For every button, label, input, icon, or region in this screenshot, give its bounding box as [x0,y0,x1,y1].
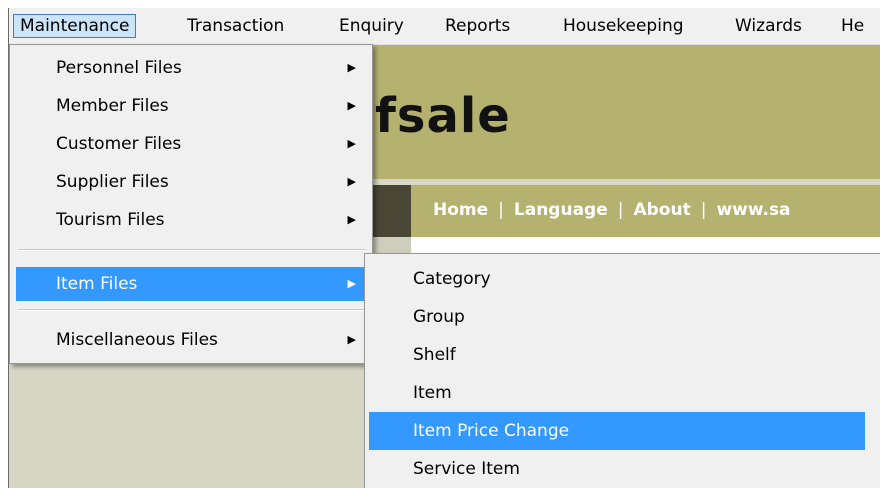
menu-wizards[interactable]: Wizards [729,14,808,38]
nav-links: Home | Language | About | www.sa [433,200,791,220]
menu-item-label: Member Files [56,96,169,116]
menu-enquiry[interactable]: Enquiry [333,14,410,38]
menu-item-personnel-files[interactable]: Personnel Files ▶ [16,51,368,85]
menu-item-supplier-files[interactable]: Supplier Files ▶ [16,165,368,199]
submenu-arrow-icon: ▶ [347,333,356,346]
brand-logo-text: fsale [375,88,511,144]
menu-separator [18,309,366,311]
submenu-item-group[interactable]: Group [369,298,865,336]
nav-separator: | [498,200,504,220]
submenu-arrow-icon: ▶ [347,137,356,150]
menu-item-label: Personnel Files [56,58,182,78]
menu-item-label: Supplier Files [56,172,169,192]
nav-separator: | [617,200,624,220]
submenu-item-item-price-change[interactable]: Item Price Change [369,412,865,450]
menu-housekeeping[interactable]: Housekeeping [557,14,690,38]
nav-link-home[interactable]: Home [433,200,488,220]
submenu-item-service-item[interactable]: Service Item [369,450,865,488]
menu-reports[interactable]: Reports [439,14,516,38]
menu-item-label: Miscellaneous Files [56,330,218,350]
menu-item-customer-files[interactable]: Customer Files ▶ [16,127,368,161]
menu-item-label: Item Files [56,274,138,294]
nav-link-website[interactable]: www.sa [716,200,790,220]
menu-item-label: Tourism Files [56,210,165,230]
submenu-arrow-icon: ▶ [347,61,356,74]
menu-item-miscellaneous-files[interactable]: Miscellaneous Files ▶ [16,323,368,357]
nav-separator: | [700,200,707,220]
submenu-arrow-icon: ▶ [347,277,356,290]
submenu-arrow-icon: ▶ [347,213,356,226]
menu-maintenance[interactable]: Maintenance [13,14,137,38]
nav-left-block [369,185,411,237]
menu-help[interactable]: He [835,14,870,38]
nav-link-language[interactable]: Language [514,200,608,220]
menu-item-label: Customer Files [56,134,182,154]
menu-separator [18,249,366,251]
submenu-item-item[interactable]: Item [369,374,865,412]
menu-transaction[interactable]: Transaction [181,14,290,38]
submenu-item-category[interactable]: Category [369,260,865,298]
menu-item-member-files[interactable]: Member Files ▶ [16,89,368,123]
application-window: fsale Home | Language | About | www.sa Mainten… [8,8,880,488]
submenu-arrow-icon: ▶ [347,99,356,112]
maintenance-dropdown: Personnel Files ▶ Member Files ▶ Custome… [9,44,373,364]
menu-item-item-files[interactable]: Item Files ▶ [16,267,368,301]
nav-link-about[interactable]: About [633,200,690,220]
item-files-submenu: Category Group Shelf Item Item Price Cha… [364,253,880,488]
menu-bar: Maintenance Transaction Enquiry Reports … [9,8,880,45]
menu-item-tourism-files[interactable]: Tourism Files ▶ [16,203,368,237]
submenu-arrow-icon: ▶ [347,175,356,188]
submenu-item-shelf[interactable]: Shelf [369,336,865,374]
